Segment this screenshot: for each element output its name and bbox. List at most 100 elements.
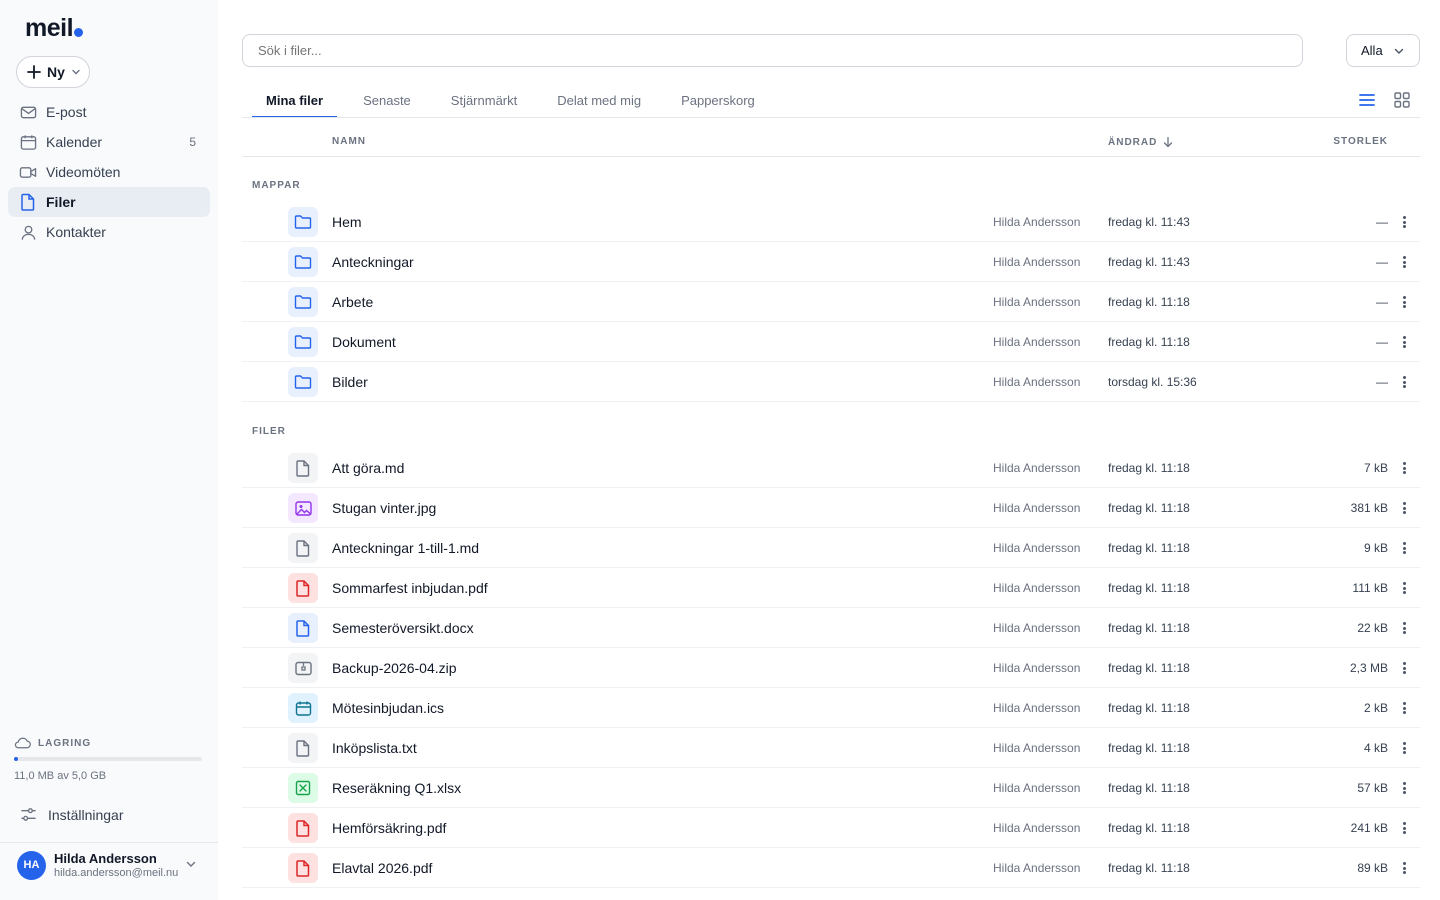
file-row[interactable]: Anteckningar 1-till-1.md Hilda Andersson f… [242,528,1420,568]
sidebar-item-calendar[interactable]: Kalender 5 [8,127,210,157]
folder-icon [288,207,318,237]
more-options-icon[interactable] [1399,540,1409,556]
item-name[interactable]: Inköpslista.txt [332,740,417,756]
file-row[interactable]: Mötesinbjudan.ics Hilda Andersson fredag k… [242,688,1420,728]
avatar: HA [17,850,46,880]
item-name[interactable]: Backup-2026-04.zip [332,660,457,676]
sidebar-item-contacts[interactable]: Kontakter [8,217,210,247]
file-row[interactable]: Stugan vinter.jpg Hilda Andersson fredag k… [242,488,1420,528]
item-owner: Hilda Andersson [993,461,1081,475]
item-owner: Hilda Andersson [993,821,1081,835]
item-size: 2 kB [1363,701,1388,715]
more-options-icon[interactable] [1399,740,1409,756]
more-options-icon[interactable] [1399,780,1409,796]
cloud-icon [14,737,31,749]
item-size: 7 kB [1363,461,1388,475]
filter-select[interactable]: Alla [1346,34,1420,67]
folder-row[interactable]: Anteckningar Hilda Andersson fredag kl. 11… [242,242,1420,282]
more-options-icon[interactable] [1399,860,1409,876]
more-options-icon[interactable] [1399,620,1409,636]
item-modified-date: fredag kl. 11:18 [1108,621,1190,635]
item-name[interactable]: Hem [332,214,362,230]
more-options-icon[interactable] [1399,660,1409,676]
tab-my-files[interactable]: Mina filer [252,84,338,118]
more-options-icon[interactable] [1399,254,1409,270]
tab-starred[interactable]: Stjärnmärkt [437,84,531,118]
more-options-icon[interactable] [1399,820,1409,836]
item-modified-date: fredag kl. 11:18 [1108,295,1190,309]
file-row[interactable]: Inköpslista.txt Hilda Andersson fredag kl.… [242,728,1420,768]
chevron-down-icon [72,69,80,75]
column-header-size[interactable]: STORLEK [1333,136,1388,147]
file-row[interactable]: Elavtal 2026.pdf Hilda Andersson fredag kl… [242,848,1420,888]
tab-shared-with-me[interactable]: Delat med mig [543,84,655,118]
item-modified-date: fredag kl. 11:18 [1108,501,1190,515]
file-row[interactable]: Att göra.md Hilda Andersson fredag kl. 11:… [242,448,1420,488]
item-modified-date: fredag kl. 11:43 [1108,255,1190,269]
more-options-icon[interactable] [1399,460,1409,476]
file-row[interactable]: Reseräkning Q1.xlsx Hilda Andersson fredag… [242,768,1420,808]
video-icon [19,163,37,181]
settings-link[interactable]: Inställningar [20,806,124,823]
file-row[interactable]: Backup-2026-04.zip Hilda Andersson fredag … [242,648,1420,688]
item-owner: Hilda Andersson [993,701,1081,715]
column-header-name[interactable]: NAMN [332,136,366,147]
folder-row[interactable]: Dokument Hilda Andersson fredag kl. 11:18 — [242,322,1420,362]
item-owner: Hilda Andersson [993,501,1081,515]
grid-view-icon[interactable] [1393,91,1411,114]
file-row[interactable]: Hemförsäkring.pdf Hilda Andersson fredag k… [242,808,1420,848]
item-name[interactable]: Elavtal 2026.pdf [332,860,432,876]
item-size: 2,3 MB [1349,661,1388,675]
item-modified-date: fredag kl. 11:18 [1108,541,1190,555]
mail-icon [19,103,37,121]
more-options-icon[interactable] [1399,334,1409,350]
image-icon [288,493,318,523]
item-name[interactable]: Mötesinbjudan.ics [332,700,444,716]
folder-row[interactable]: Bilder Hilda Andersson torsdag kl. 15:36 — [242,362,1420,402]
storage-label: LAGRING [38,737,92,749]
more-options-icon[interactable] [1399,500,1409,516]
list-view-icon[interactable] [1358,91,1376,114]
file-row[interactable]: Sommarfest inbjudan.pdf Hilda Andersson fr… [242,568,1420,608]
item-modified-date: fredag kl. 11:43 [1108,215,1190,229]
sidebar: meil Ny E-post Kalender 5 Videomöten Fil… [0,0,218,900]
item-name[interactable]: Arbete [332,294,373,310]
item-name[interactable]: Hemförsäkring.pdf [332,820,446,836]
sidebar-item-files[interactable]: Filer [8,187,210,217]
app-logo[interactable]: meil [25,14,84,43]
more-options-icon[interactable] [1399,700,1409,716]
file-row[interactable]: Semesteröversikt.docx Hilda Andersson fred… [242,608,1420,648]
table-header: NAMN ÄNDRAD STORLEK [242,130,1420,157]
more-options-icon[interactable] [1399,214,1409,230]
item-owner: Hilda Andersson [993,375,1081,389]
sidebar-item-email[interactable]: E-post [8,97,210,127]
folder-row[interactable]: Hem Hilda Andersson fredag kl. 11:43 — [242,202,1420,242]
item-name[interactable]: Anteckningar [332,254,414,270]
item-name[interactable]: Sommarfest inbjudan.pdf [332,580,488,596]
calendar-file-icon [288,693,318,723]
item-name[interactable]: Reseräkning Q1.xlsx [332,780,461,796]
item-name[interactable]: Dokument [332,334,396,350]
search-input[interactable] [242,34,1303,67]
item-name[interactable]: Att göra.md [332,460,404,476]
item-name[interactable]: Semesteröversikt.docx [332,620,474,636]
item-name[interactable]: Stugan vinter.jpg [332,500,436,516]
item-name[interactable]: Anteckningar 1-till-1.md [332,540,479,556]
more-options-icon[interactable] [1399,580,1409,596]
item-owner: Hilda Andersson [993,621,1081,635]
more-options-icon[interactable] [1399,374,1409,390]
new-button[interactable]: Ny [16,56,90,88]
user-menu[interactable]: HA Hilda Andersson hilda.andersson@meil.… [17,849,207,881]
item-name[interactable]: Bilder [332,374,368,390]
new-button-label: Ny [47,64,65,80]
item-owner: Hilda Andersson [993,861,1081,875]
storage-usage-text: 11,0 MB av 5,0 GB [14,770,107,782]
column-header-modified[interactable]: ÄNDRAD [1108,136,1173,148]
more-options-icon[interactable] [1399,294,1409,310]
tab-trash[interactable]: Papperskorg [667,84,769,118]
item-size: — [1376,255,1388,269]
tab-recent[interactable]: Senaste [349,84,425,118]
sidebar-item-video[interactable]: Videomöten [8,157,210,187]
folder-row[interactable]: Arbete Hilda Andersson fredag kl. 11:18 — [242,282,1420,322]
item-modified-date: fredag kl. 11:18 [1108,461,1190,475]
